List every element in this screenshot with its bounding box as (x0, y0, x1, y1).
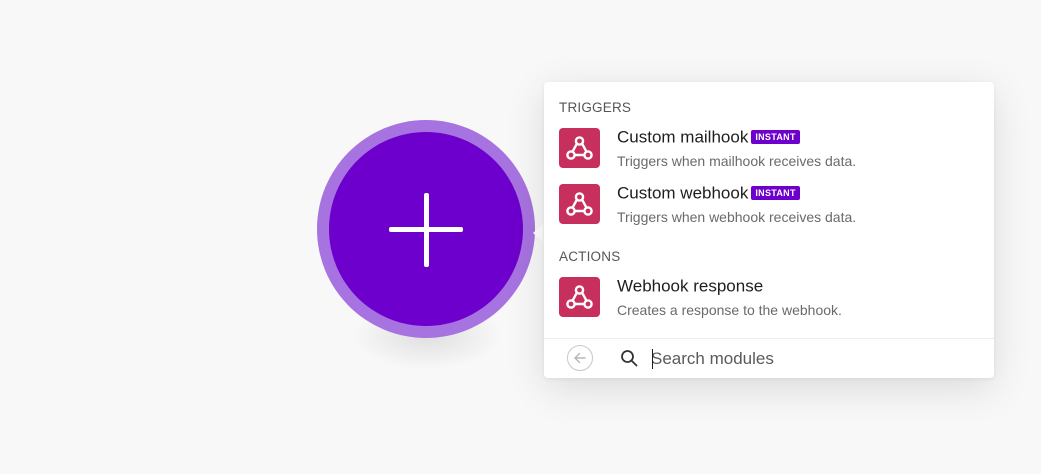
module-description: Creates a response to the webhook. (617, 302, 842, 318)
module-custom-mailhook[interactable]: Custom mailhook INSTANT Triggers when mai… (544, 127, 994, 175)
add-module-button[interactable] (317, 120, 535, 338)
back-button[interactable] (567, 345, 593, 371)
module-custom-webhook[interactable]: Custom webhook INSTANT Triggers when webh… (544, 183, 994, 231)
plus-icon-bar (389, 227, 463, 232)
module-description: Triggers when webhook receives data. (617, 209, 857, 225)
module-title: Custom webhook INSTANT (617, 183, 800, 204)
module-picker: TRIGGERS Custom mailhook INSTANT Triggers… (544, 82, 994, 378)
module-webhook-response[interactable]: Webhook response Creates a response to t… (544, 276, 994, 324)
popover-arrow (533, 224, 543, 242)
webhooks-icon (559, 277, 600, 317)
webhooks-icon (559, 128, 600, 168)
scenario-canvas: TRIGGERS Custom mailhook INSTANT Triggers… (0, 0, 1041, 474)
search-modules-input[interactable] (651, 345, 971, 373)
triggers-heading: TRIGGERS (559, 100, 632, 115)
search-icon (621, 350, 638, 367)
webhooks-icon (559, 184, 600, 224)
module-description: Triggers when mailhook receives data. (617, 153, 857, 169)
search-footer (544, 338, 994, 379)
arrow-left-icon (574, 352, 586, 364)
instant-badge: INSTANT (751, 185, 800, 200)
actions-heading: ACTIONS (559, 249, 621, 264)
module-title: Webhook response (617, 276, 764, 296)
text-caret (652, 349, 653, 369)
add-module-core (329, 132, 523, 326)
instant-badge: INSTANT (751, 129, 800, 144)
module-title: Custom mailhook INSTANT (617, 127, 800, 148)
